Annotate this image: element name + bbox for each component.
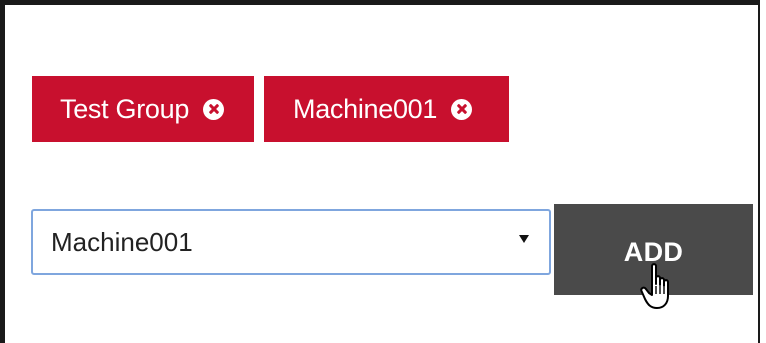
tag-test-group: Test Group: [32, 76, 254, 142]
tag-machine001: Machine001: [264, 76, 509, 142]
add-button[interactable]: ADD: [554, 204, 753, 295]
circle-x-icon[interactable]: [203, 98, 225, 120]
caret-down-icon: [519, 235, 529, 243]
selected-tags-list: Test Group Machine001: [32, 76, 509, 142]
tag-label: Test Group: [60, 93, 190, 124]
add-button-label: ADD: [623, 237, 684, 267]
tag-label: Machine001: [293, 93, 438, 124]
machine-select[interactable]: Machine001: [31, 209, 551, 275]
circle-x-icon[interactable]: [451, 98, 473, 120]
select-value: Machine001: [51, 226, 193, 257]
content-panel: Test Group Machine001 Machine001 ADD: [0, 0, 760, 343]
